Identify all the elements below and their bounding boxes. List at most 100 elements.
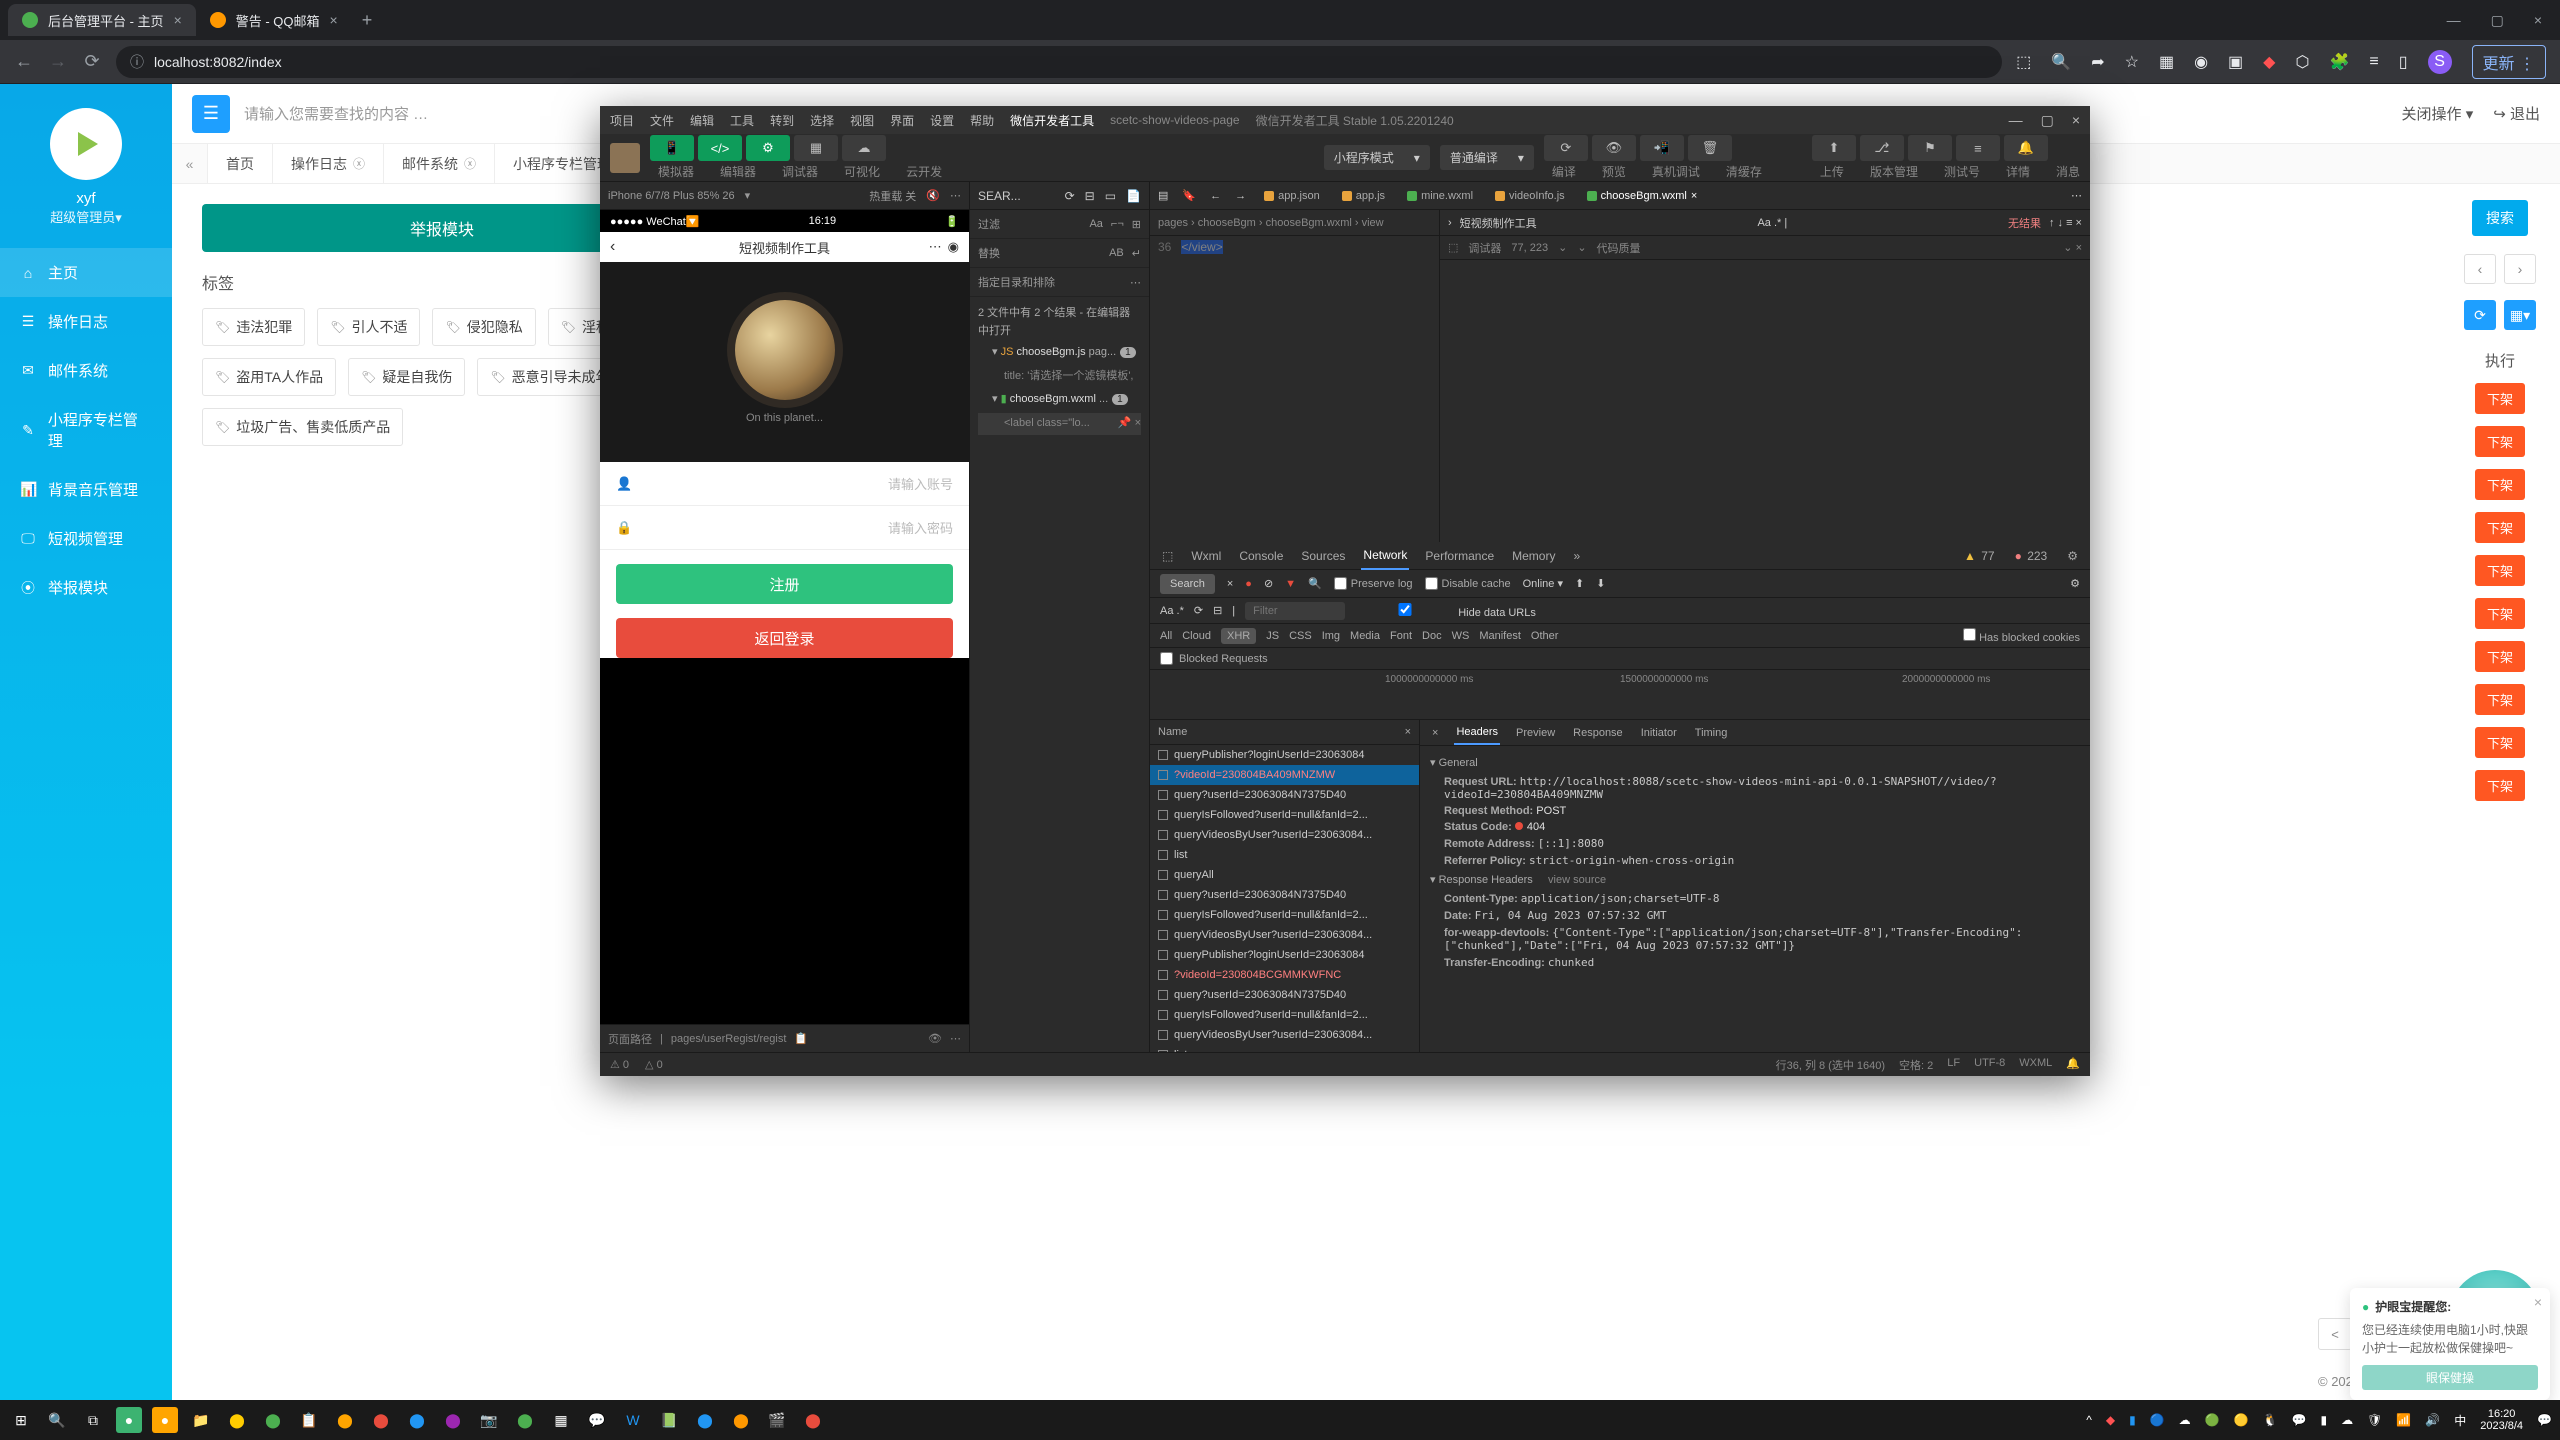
- tag-item[interactable]: 违法犯罪: [202, 308, 305, 346]
- request-row[interactable]: ?videoId=230804BCGMMKWFNC: [1150, 965, 1419, 985]
- tray-icon[interactable]: ^: [2086, 1413, 2092, 1427]
- user-avatar[interactable]: [610, 143, 640, 173]
- puzzle-icon[interactable]: 🧩: [2329, 52, 2349, 72]
- star-icon[interactable]: ☆: [2125, 52, 2139, 72]
- tray-icon[interactable]: ◆: [2106, 1413, 2115, 1427]
- disable-cache-checkbox[interactable]: Disable cache: [1425, 577, 1511, 590]
- panel-icon[interactable]: ▯: [2399, 52, 2408, 72]
- breadcrumb[interactable]: pages › chooseBgm › chooseBgm.wxml › vie…: [1150, 210, 1439, 236]
- net-timeline[interactable]: 1000000000000 ms 1500000000000 ms 200000…: [1150, 670, 2090, 720]
- taskbar-app[interactable]: ●: [116, 1407, 142, 1433]
- ime-icon[interactable]: 中: [2454, 1412, 2466, 1429]
- type-chip[interactable]: Other: [1531, 630, 1559, 642]
- menu-item[interactable]: 工具: [730, 112, 754, 129]
- type-chip[interactable]: All: [1160, 630, 1172, 642]
- tab-home[interactable]: 首页: [208, 144, 273, 183]
- settings-icon[interactable]: ⚙: [2065, 543, 2080, 569]
- share-icon[interactable]: ➦: [2091, 52, 2104, 72]
- ext-icon[interactable]: ▦: [2159, 52, 2174, 72]
- taskbar-app[interactable]: 📷: [476, 1407, 502, 1433]
- tray-icon[interactable]: ▮: [2129, 1413, 2136, 1427]
- url-input[interactable]: ⓘ localhost:8082/index: [116, 46, 2002, 78]
- code-editor[interactable]: pages › chooseBgm › chooseBgm.wxml › vie…: [1150, 210, 1440, 542]
- request-row[interactable]: queryVideosByUser?userId=23063084...: [1150, 825, 1419, 845]
- taskbar-app[interactable]: ⬤: [692, 1407, 718, 1433]
- menu-item[interactable]: 界面: [890, 112, 914, 129]
- username-field[interactable]: 👤请输入账号: [600, 462, 969, 506]
- close-icon[interactable]: ×: [330, 12, 338, 28]
- file-tab[interactable]: chooseBgm.wxml ×: [1583, 184, 1702, 208]
- unshelf-button[interactable]: 下架: [2475, 512, 2525, 543]
- sidebar-item-mail[interactable]: ✉邮件系统: [0, 346, 172, 395]
- throttle-select[interactable]: Online ▾: [1523, 577, 1563, 590]
- taskbar-app[interactable]: 📁: [188, 1407, 214, 1433]
- taskbar-app[interactable]: ⬤: [512, 1407, 538, 1433]
- request-row[interactable]: queryVideosByUser?userId=23063084...: [1150, 925, 1419, 945]
- search-file[interactable]: ▾ ▮ chooseBgm.wxml ...1: [978, 387, 1141, 413]
- menu-item[interactable]: 项目: [610, 112, 634, 129]
- tag-item[interactable]: 引人不适: [317, 308, 420, 346]
- file-tab[interactable]: app.js: [1338, 184, 1389, 208]
- search-button[interactable]: Search: [1160, 574, 1215, 594]
- type-chip[interactable]: Font: [1390, 630, 1412, 642]
- sidebar-item-bgm[interactable]: 📊背景音乐管理: [0, 465, 172, 514]
- type-chip[interactable]: WS: [1452, 630, 1470, 642]
- upload-button[interactable]: ⬆: [1812, 135, 1856, 161]
- reload-icon[interactable]: ⟳: [82, 51, 102, 72]
- taskbar-app[interactable]: ⬤: [404, 1407, 430, 1433]
- newfile-icon[interactable]: 📄: [1126, 189, 1141, 203]
- menu-item[interactable]: 编辑: [690, 112, 714, 129]
- response-headers-section[interactable]: Response Headers view source: [1430, 869, 2080, 890]
- browser-tab-2[interactable]: 警告 - QQ邮箱 ×: [196, 4, 352, 36]
- taskbar-app[interactable]: ●: [152, 1407, 178, 1433]
- tray-icon[interactable]: ☁: [2341, 1413, 2353, 1427]
- preview-button[interactable]: 👁: [1592, 135, 1636, 161]
- type-chip[interactable]: CSS: [1289, 630, 1312, 642]
- clear-icon[interactable]: ⊟: [1085, 189, 1095, 203]
- unshelf-button[interactable]: 下架: [2475, 469, 2525, 500]
- close-ops-dropdown[interactable]: 关闭操作 ▾: [2402, 103, 2474, 124]
- list-icon[interactable]: ≡: [2369, 53, 2378, 71]
- prev-button[interactable]: ‹: [2464, 254, 2496, 284]
- hide-urls-checkbox[interactable]: Hide data URLs: [1355, 603, 1536, 619]
- register-button[interactable]: 注册: [616, 564, 953, 604]
- message-button[interactable]: 🔔: [2004, 135, 2048, 161]
- search-match[interactable]: title: '请选择一个滤镜模板',: [978, 366, 1141, 388]
- taskbar-app[interactable]: ⬤: [224, 1407, 250, 1433]
- more-icon[interactable]: ⋯: [2071, 189, 2082, 202]
- taskbar-app[interactable]: ▦: [548, 1407, 574, 1433]
- general-section[interactable]: General: [1430, 752, 2080, 773]
- request-row[interactable]: queryPublisher?loginUserId=23063084: [1150, 745, 1419, 765]
- menu-item[interactable]: 文件: [650, 112, 674, 129]
- clearcache-button[interactable]: 🗑: [1688, 135, 1732, 161]
- output-icon[interactable]: ⌄: [1558, 241, 1567, 254]
- taskbar-app[interactable]: ⬤: [800, 1407, 826, 1433]
- tab-scroll-left[interactable]: «: [172, 144, 208, 183]
- menu-item[interactable]: 转到: [770, 112, 794, 129]
- request-row[interactable]: queryVideosByUser?userId=23063084...: [1150, 1025, 1419, 1045]
- volume-icon[interactable]: 🔊: [2425, 1413, 2440, 1427]
- maximize-icon[interactable]: ▢: [2491, 12, 2504, 29]
- clock[interactable]: 16:202023/8/4: [2480, 1408, 2523, 1432]
- logout-link[interactable]: ↪ 退出: [2493, 103, 2540, 124]
- more-icon[interactable]: ⋯: [950, 1032, 961, 1045]
- element-select-icon[interactable]: ⬚: [1448, 241, 1458, 254]
- file-tab[interactable]: mine.wxml: [1403, 184, 1477, 208]
- search-icon[interactable]: 🔍: [44, 1407, 70, 1433]
- ext-icon[interactable]: ▣: [2228, 52, 2243, 72]
- task-view-icon[interactable]: ⧉: [80, 1407, 106, 1433]
- request-row[interactable]: ?videoId=230804BA409MNZMW: [1150, 765, 1419, 785]
- toast-close-icon[interactable]: ×: [2534, 1294, 2542, 1310]
- detail-tab[interactable]: Initiator: [1639, 722, 1679, 744]
- tray-icon[interactable]: 🟢: [2205, 1413, 2220, 1427]
- type-chip[interactable]: Manifest: [1479, 630, 1521, 642]
- unshelf-button[interactable]: 下架: [2475, 684, 2525, 715]
- tray-icon[interactable]: 💬: [2292, 1413, 2307, 1427]
- upload-icon[interactable]: ⬆: [1575, 577, 1584, 590]
- blocked-cookies-checkbox[interactable]: Has blocked cookies: [1963, 628, 2080, 644]
- visual-button[interactable]: ▦: [794, 135, 838, 161]
- tag-item[interactable]: 垃圾广告、售卖低质产品: [202, 408, 403, 446]
- sidebar-item-oplog[interactable]: ☰操作日志: [0, 297, 172, 346]
- request-row[interactable]: list: [1150, 845, 1419, 865]
- close-search-icon[interactable]: ×: [1227, 578, 1233, 590]
